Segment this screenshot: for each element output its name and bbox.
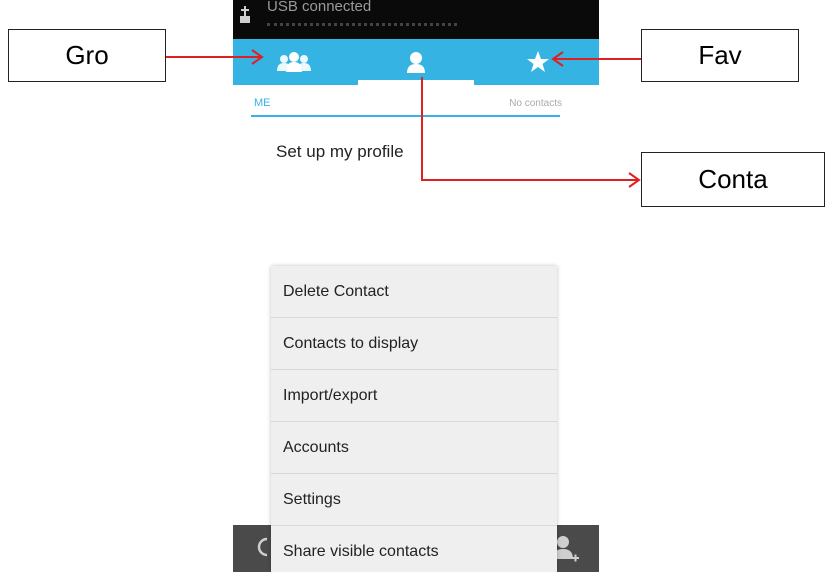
annotation-arrows [166, 49, 641, 188]
arrow-to-contacts [421, 77, 639, 181]
